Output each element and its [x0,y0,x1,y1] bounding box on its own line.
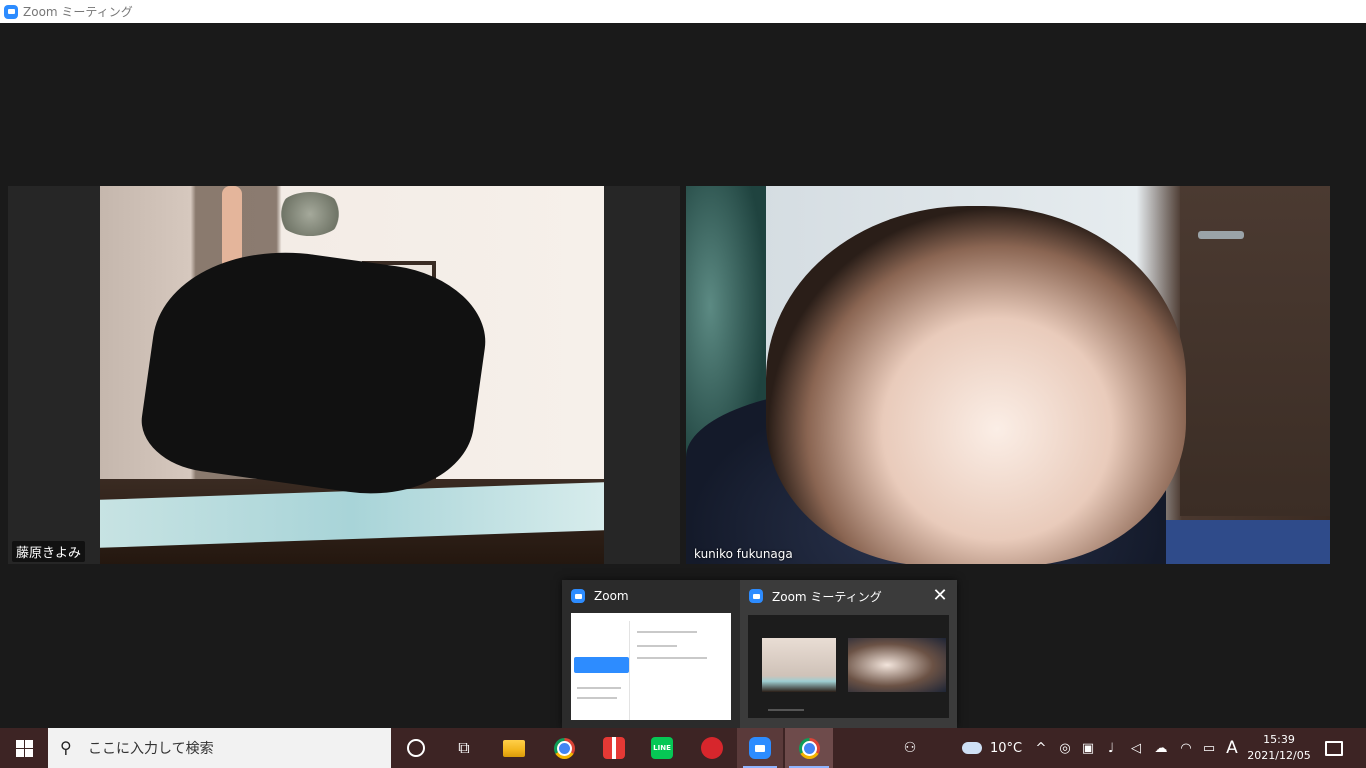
weather-temperature: 10°C [989,740,1023,756]
window-title: Zoom ミーティング [23,5,133,19]
line-app-button[interactable]: LINE [644,728,680,768]
ime-indicator[interactable]: A [1222,728,1242,768]
door-handle [1198,231,1244,239]
thumbnail-line [577,697,617,699]
zoom-taskbar-button[interactable] [737,728,783,768]
volume-icon[interactable]: ◁ [1126,728,1146,768]
title-bar: Zoom ミーティング [0,0,1366,23]
chrome-icon [553,737,575,759]
preview-zoom-window[interactable]: Zoom [562,580,740,728]
zoom-icon [749,737,771,759]
thumbnail-line [637,645,677,647]
participant-video-2 [686,186,1330,564]
chrome-taskbar-button[interactable] [546,728,582,768]
thumbnail-line [637,657,707,659]
thumbnail-line [577,687,621,689]
close-icon[interactable]: ✕ [929,586,951,608]
search-icon: ⚲ [60,738,72,757]
taskbar-clock[interactable]: 15:39 2021/12/05 [1244,728,1314,768]
cortana-icon [407,739,425,757]
show-hidden-icons-button[interactable]: ^ [1032,728,1050,768]
people-icon: ⚇ [903,740,917,756]
zoom-home-thumbnail [571,613,731,720]
start-button[interactable] [0,728,48,768]
gift-icon [603,737,625,759]
windows-logo-icon [15,739,33,757]
participant-video-1 [100,186,604,564]
wifi-icon[interactable]: ◠ [1176,728,1196,768]
thumbnail-line [637,631,697,633]
gift-app-button[interactable] [596,728,632,768]
participant-body [135,234,495,508]
zoom-app-icon [749,589,763,603]
zoom-app-icon [571,589,585,603]
zoom-app-icon [4,4,18,19]
file-explorer-button[interactable] [496,728,532,768]
clock-time: 15:39 [1263,733,1295,746]
clock-date: 2021/12/05 [1247,749,1311,762]
cortana-button[interactable] [398,728,434,768]
cloud-icon [961,742,982,754]
participant-name-2: kuniko fukunaga [694,547,793,561]
trend-micro-button[interactable] [694,728,730,768]
participant-name-1: 藤原きよみ [12,541,86,562]
chrome-taskbar-button-active[interactable] [785,728,833,768]
task-view-icon: ⧉ [458,738,470,757]
preview-title: Zoom ミーティング [772,589,882,604]
notification-icon [1325,740,1343,756]
task-view-button[interactable]: ⧉ [446,728,482,768]
wall-plant-decor [276,192,344,236]
thumbnail-video-1 [762,638,836,692]
folder-icon [503,739,525,757]
people-button[interactable]: ⚇ [896,728,924,768]
battery-icon[interactable]: ▭ [1198,728,1220,768]
taskbar: ⚲ ここに入力して検索 ⧉ LINE ⚇ 10°C ^ ◎ ▣ ♩ ◁ ☁ ◠ … [0,728,1366,768]
video-tile-1[interactable]: 藤原きよみ [8,186,680,564]
chrome-icon [798,737,820,759]
weather-widget[interactable]: 10°C [954,728,1030,768]
preview-zoom-meeting-window[interactable]: Zoom ミーティング ✕ [740,580,957,728]
taskbar-window-previews: Zoom Zoom ミーティング ✕ [562,580,957,728]
tray-network-status-icon[interactable]: ▣ [1078,728,1098,768]
chevron-up-icon: ^ [1035,740,1047,756]
taskbar-search-box[interactable]: ⚲ ここに入力して検索 [48,728,391,768]
thumbnail-selected-item [574,657,629,673]
trend-micro-icon [701,737,723,759]
thumbnail-video-2 [848,638,946,692]
line-icon: LINE [651,737,673,759]
preview-title: Zoom [594,589,629,603]
search-placeholder: ここに入力して検索 [88,741,214,757]
action-center-button[interactable] [1322,728,1346,768]
participant-face [766,206,1186,564]
meeting-thumbnail [748,615,949,718]
onedrive-cloud-icon[interactable]: ☁ [1150,728,1172,768]
video-tile-2[interactable]: kuniko fukunaga [686,186,1330,564]
microphone-icon[interactable]: ♩ [1102,728,1120,768]
tray-camera-icon[interactable]: ◎ [1056,728,1074,768]
thumbnail-line [768,709,804,711]
